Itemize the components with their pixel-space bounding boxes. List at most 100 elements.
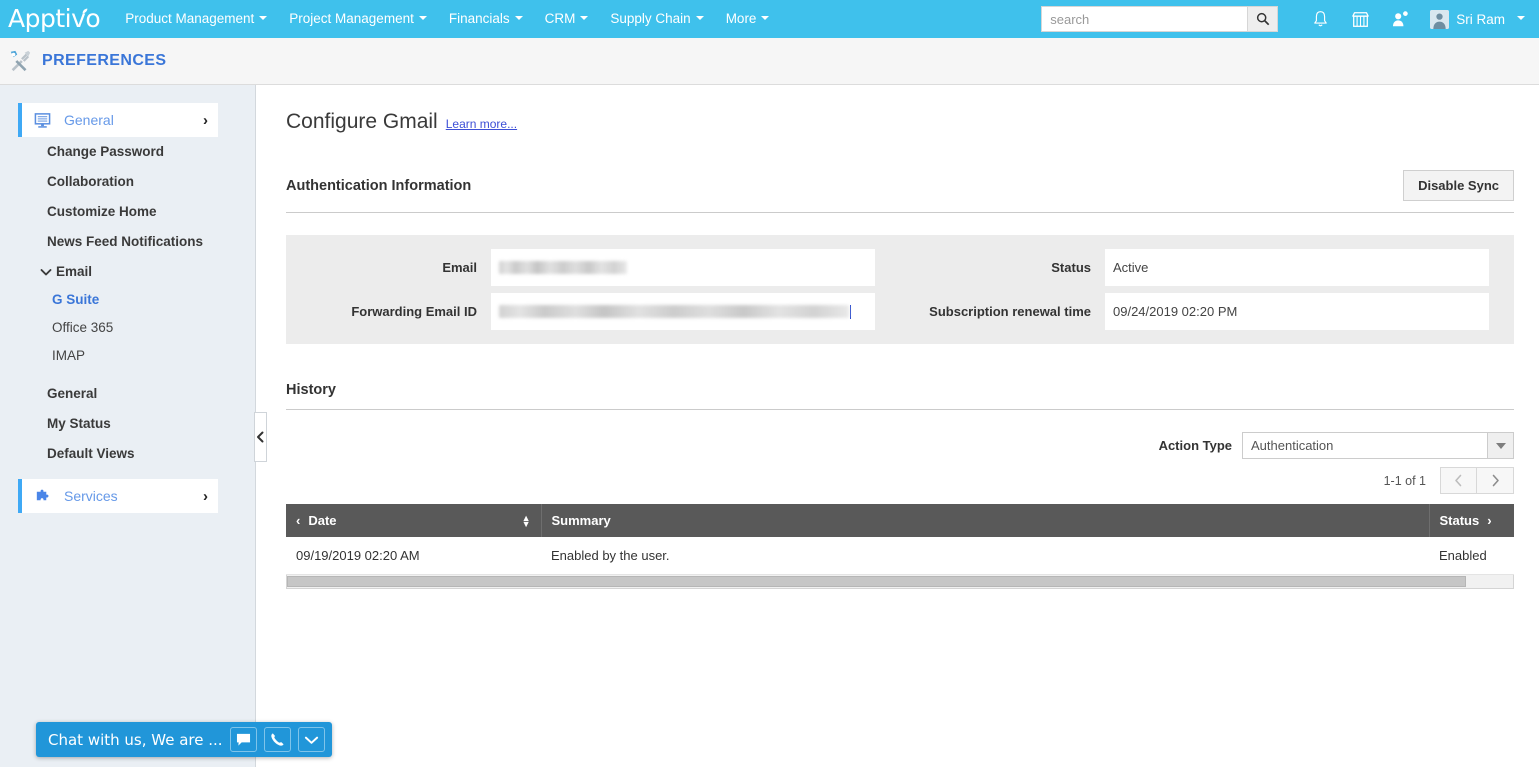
sidebar-item-collaboration[interactable]: Collaboration bbox=[0, 167, 255, 197]
table-horizontal-scrollbar[interactable] bbox=[286, 575, 1514, 589]
chevron-left-icon bbox=[256, 431, 265, 443]
sidebar-item-news-feed-notifications[interactable]: News Feed Notifications bbox=[0, 227, 255, 257]
nav-item-project-management[interactable]: Project Management bbox=[278, 0, 438, 38]
sidebar-group-general[interactable]: General › bbox=[18, 103, 218, 137]
redacted-forwarding-email-value bbox=[499, 305, 849, 318]
learn-more-link[interactable]: Learn more... bbox=[446, 117, 517, 131]
add-user-icon bbox=[1391, 10, 1409, 28]
action-type-select[interactable]: Authentication bbox=[1242, 432, 1514, 459]
nav-item-supply-chain[interactable]: Supply Chain bbox=[599, 0, 714, 38]
search-icon bbox=[1256, 12, 1270, 26]
status-value[interactable]: Active bbox=[1105, 249, 1489, 286]
nav-label: Supply Chain bbox=[610, 11, 690, 26]
chevron-right-icon bbox=[1491, 474, 1500, 487]
auth-column-right: Status Active Subscription renewal time … bbox=[900, 249, 1514, 330]
sidebar-group-label: Services bbox=[64, 488, 203, 504]
chat-widget[interactable]: Chat with us, We are ... bbox=[36, 722, 332, 757]
sidebar-group-services[interactable]: Services › bbox=[18, 479, 218, 513]
apptivo-logo[interactable]: Apptivo bbox=[0, 6, 114, 31]
sidebar-item-imap[interactable]: IMAP bbox=[0, 342, 255, 370]
text-cursor bbox=[850, 305, 851, 319]
global-search bbox=[1041, 6, 1278, 32]
search-input[interactable] bbox=[1041, 6, 1247, 32]
search-button[interactable] bbox=[1247, 6, 1278, 32]
chevron-right-icon: › bbox=[203, 488, 208, 505]
nav-item-product-management[interactable]: Product Management bbox=[114, 0, 278, 38]
page-header-title: PREFERENCES bbox=[42, 52, 166, 70]
subscription-renewal-time-value[interactable]: 09/24/2019 02:20 PM bbox=[1105, 293, 1489, 330]
avatar-person-icon bbox=[1430, 10, 1449, 29]
chat-widget-text[interactable]: Chat with us, We are ... bbox=[48, 731, 223, 749]
sidebar-item-my-status[interactable]: My Status bbox=[0, 409, 255, 439]
sidebar-item-customize-home[interactable]: Customize Home bbox=[0, 197, 255, 227]
history-section: History Action Type Authentication 1-1 o… bbox=[286, 382, 1514, 589]
preferences-header-bar: PREFERENCES bbox=[0, 38, 1539, 85]
pagination-count: 1-1 of 1 bbox=[1384, 474, 1426, 488]
history-section-title: History bbox=[286, 382, 336, 398]
field-label: Subscription renewal time bbox=[900, 304, 1105, 319]
authentication-info-panel: Email Forwarding Email ID Status Act bbox=[286, 235, 1514, 344]
nav-item-financials[interactable]: Financials bbox=[438, 0, 534, 38]
store-button[interactable] bbox=[1340, 0, 1380, 38]
table-body: 09/19/2019 02:20 AM Enabled by the user.… bbox=[286, 537, 1514, 574]
field-email: Email bbox=[286, 249, 900, 286]
column-header-status[interactable]: Status › bbox=[1429, 504, 1514, 537]
avatar bbox=[1430, 10, 1449, 29]
action-type-label: Action Type bbox=[1159, 438, 1232, 453]
nav-item-crm[interactable]: CRM bbox=[534, 0, 600, 38]
sidebar-item-change-password[interactable]: Change Password bbox=[0, 137, 255, 167]
sort-arrows-icon[interactable]: ▲▼ bbox=[522, 515, 531, 527]
sidebar-item-default-views[interactable]: Default Views bbox=[0, 439, 255, 469]
redacted-email-value bbox=[499, 261, 627, 274]
tools-icon bbox=[8, 49, 32, 73]
chevron-right-icon: › bbox=[203, 112, 208, 129]
pagination-prev-button[interactable] bbox=[1440, 467, 1477, 494]
history-pagination: 1-1 of 1 bbox=[286, 467, 1514, 494]
chevron-down-icon bbox=[40, 266, 52, 278]
column-header-date[interactable]: ‹ Date ▲▼ bbox=[286, 504, 541, 537]
chat-minimize-button[interactable] bbox=[298, 727, 325, 752]
chat-call-button[interactable] bbox=[264, 727, 291, 752]
authentication-section-header: Authentication Information Disable Sync bbox=[286, 170, 1514, 213]
column-header-summary[interactable]: Summary bbox=[541, 504, 1429, 537]
auth-column-left: Email Forwarding Email ID bbox=[286, 249, 900, 330]
field-label: Forwarding Email ID bbox=[286, 304, 491, 319]
sidebar-item-office-365[interactable]: Office 365 bbox=[0, 314, 255, 342]
field-status: Status Active bbox=[900, 249, 1514, 286]
user-menu[interactable]: Sri Ram bbox=[1420, 10, 1531, 29]
forwarding-email-id-value[interactable] bbox=[491, 293, 875, 330]
field-forwarding-email-id: Forwarding Email ID bbox=[286, 293, 900, 330]
chevron-left-icon: ‹ bbox=[296, 513, 300, 528]
table-header: ‹ Date ▲▼ Summary bbox=[286, 504, 1514, 537]
chevron-down-icon bbox=[580, 16, 588, 20]
chevron-down-icon bbox=[1496, 443, 1506, 449]
sidebar-collapse-handle[interactable] bbox=[254, 412, 267, 462]
sidebar-item-general[interactable]: General bbox=[0, 379, 255, 409]
nav-label: Product Management bbox=[125, 11, 254, 26]
email-value[interactable] bbox=[491, 249, 875, 286]
select-arrow bbox=[1487, 433, 1513, 458]
history-section-header: History bbox=[286, 382, 1514, 410]
table-row[interactable]: 09/19/2019 02:20 AM Enabled by the user.… bbox=[286, 537, 1514, 574]
chevron-down-icon bbox=[419, 16, 427, 20]
cell-summary: Enabled by the user. bbox=[541, 537, 1429, 574]
pagination-next-button[interactable] bbox=[1477, 467, 1514, 494]
top-navigation-bar: Apptivo Product Management Project Manag… bbox=[0, 0, 1539, 38]
history-table: ‹ Date ▲▼ Summary bbox=[286, 504, 1514, 575]
chevron-down-icon bbox=[696, 16, 704, 20]
add-user-button[interactable] bbox=[1380, 0, 1420, 38]
action-type-selected-value: Authentication bbox=[1243, 433, 1487, 458]
main-content: Configure Gmail Learn more... Authentica… bbox=[256, 85, 1539, 767]
chat-message-button[interactable] bbox=[230, 727, 257, 752]
sidebar-group-email[interactable]: Email bbox=[0, 257, 255, 286]
chevron-down-icon bbox=[515, 16, 523, 20]
user-name-label: Sri Ram bbox=[1456, 12, 1505, 27]
scrollbar-thumb[interactable] bbox=[287, 576, 1466, 587]
phone-icon bbox=[270, 732, 285, 747]
app-body: General › Change Password Collaboration … bbox=[0, 85, 1539, 767]
disable-sync-button[interactable]: Disable Sync bbox=[1403, 170, 1514, 201]
notifications-button[interactable] bbox=[1300, 0, 1340, 38]
sidebar-item-g-suite[interactable]: G Suite bbox=[0, 286, 255, 314]
field-label: Status bbox=[900, 260, 1105, 275]
nav-item-more[interactable]: More bbox=[715, 0, 781, 38]
